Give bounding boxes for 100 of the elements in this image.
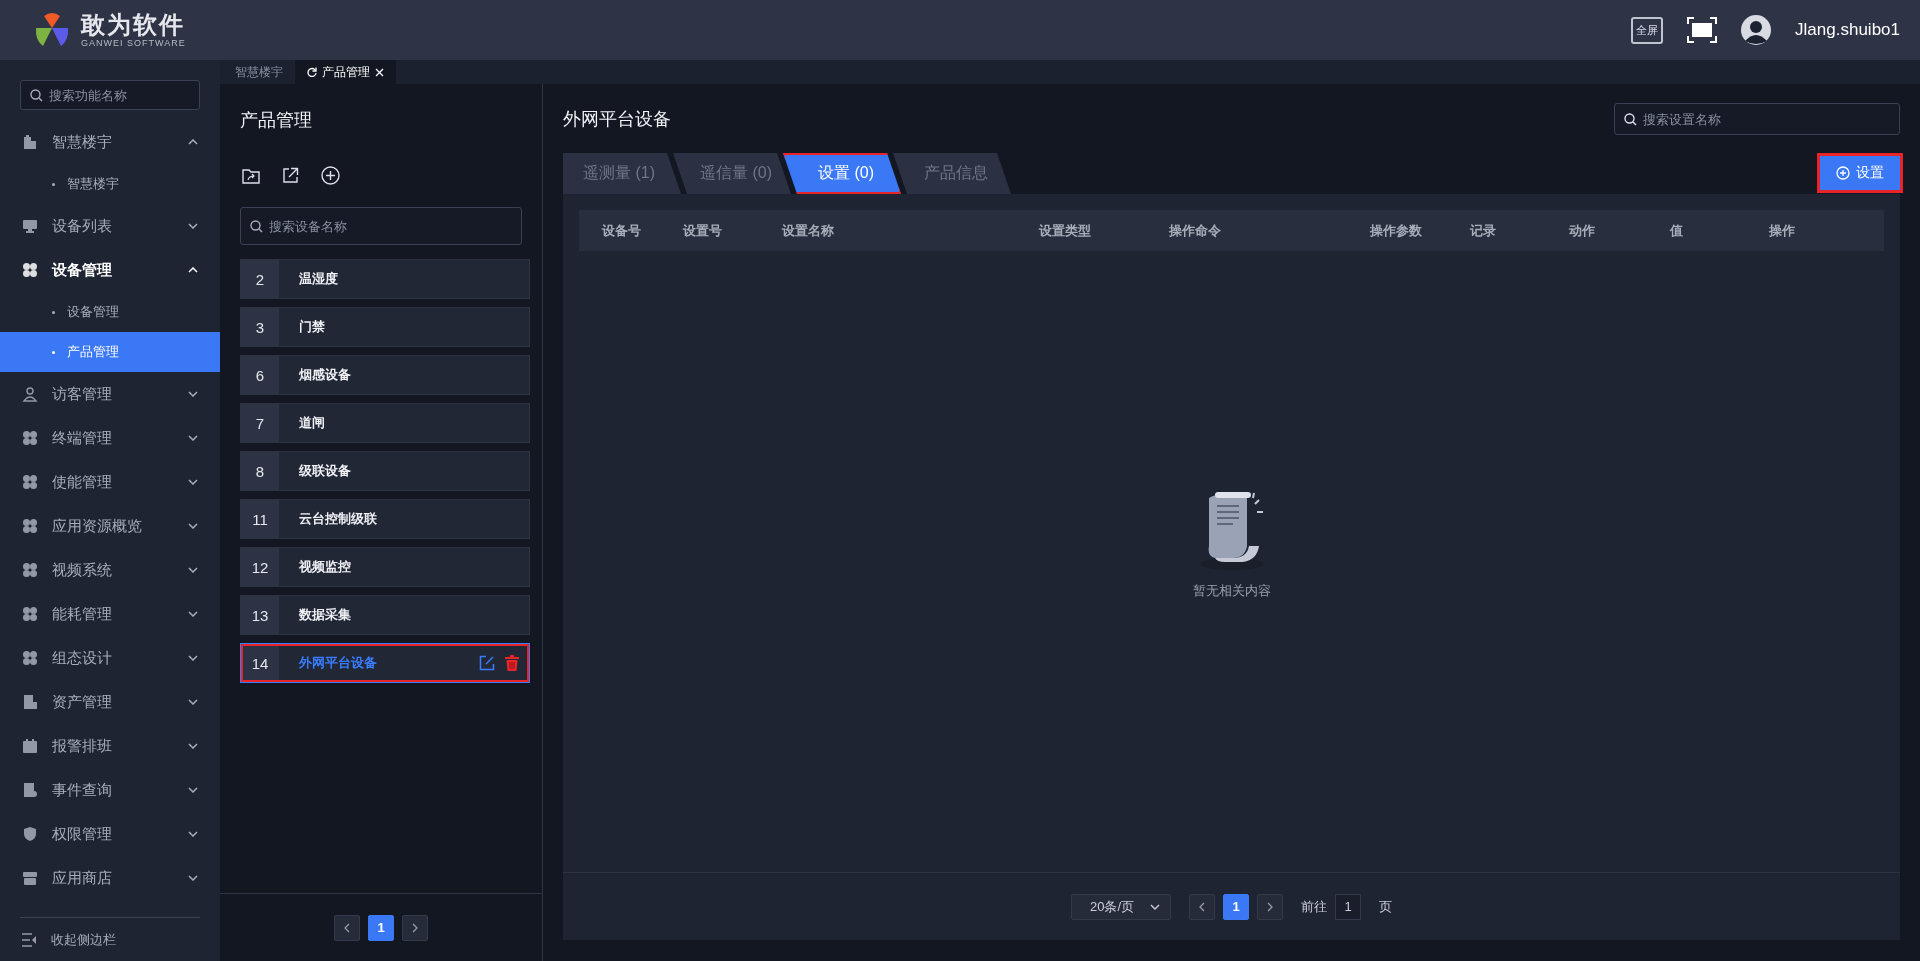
screen-icon[interactable] [1687, 17, 1718, 43]
device-item[interactable]: 14 外网平台设备 [240, 643, 530, 683]
folder-icon[interactable] [242, 167, 260, 184]
clover-icon [22, 562, 38, 578]
close-icon[interactable] [375, 67, 384, 77]
chevron-icon [188, 523, 198, 529]
menu-item[interactable]: 应用资源概览 [0, 504, 220, 548]
fullscreen-button[interactable]: 全屏 [1631, 16, 1664, 44]
page-size-select[interactable]: 20条/页 [1071, 893, 1171, 920]
chevron-icon [188, 479, 198, 485]
menu-item[interactable]: 设备管理 [0, 248, 220, 292]
avatar-icon[interactable] [1741, 15, 1772, 45]
page-number-button[interactable]: 1 [1223, 893, 1249, 920]
submenu-item[interactable]: 设备管理 [0, 292, 220, 332]
page-tab[interactable]: 产品管理 [295, 60, 396, 84]
detail-title: 外网平台设备 [563, 108, 671, 131]
clover-icon [22, 474, 38, 490]
menu-item[interactable]: 组态设计 [0, 636, 220, 680]
menu-item[interactable]: 终端管理 [0, 416, 220, 460]
previous-page-button[interactable] [334, 914, 360, 941]
empty-message: 暂无相关内容 [1192, 581, 1271, 600]
chevron-left-icon [1199, 901, 1205, 912]
logo-icon [33, 12, 71, 48]
menu-item[interactable]: 权限管理 [0, 812, 220, 856]
clover-icon [22, 650, 38, 666]
device-name: 外网平台设备 [298, 654, 378, 672]
clover-icon [22, 262, 38, 278]
detail-tab[interactable]: 设置 (0) [783, 153, 901, 194]
device-number: 8 [241, 452, 279, 490]
collapse-sidebar-link[interactable]: 收起侧边栏 [51, 930, 116, 949]
device-item[interactable]: 11 云台控制级联 [240, 499, 530, 539]
page-input[interactable]: 1 [1335, 893, 1361, 920]
edit-icon[interactable] [479, 655, 495, 671]
device-item[interactable]: 7 道闸 [240, 403, 530, 443]
clover-icon [22, 606, 38, 622]
user-name[interactable]: Jlang.shuibo1 [1795, 20, 1900, 40]
search-field[interactable]: 搜索设备名称 [240, 207, 522, 245]
search-field[interactable]: 搜索设置名称 [1614, 103, 1900, 135]
device-number: 6 [241, 356, 279, 394]
menu-item[interactable]: 访客管理 [0, 372, 220, 416]
search-field[interactable]: 搜索功能名称 [20, 80, 200, 110]
refresh-icon[interactable] [307, 67, 317, 77]
monitor-icon [22, 218, 38, 234]
chevron-icon [188, 611, 198, 617]
docsearch-icon [22, 782, 38, 798]
chevron-icon [188, 699, 198, 705]
device-number: 14 [241, 644, 279, 682]
goto-label: 前往 [1301, 897, 1327, 916]
menu-item[interactable]: 能耗管理 [0, 592, 220, 636]
building-icon [22, 134, 38, 150]
device-item[interactable]: 13 数据采集 [240, 595, 530, 635]
column-header: 记录 [1470, 221, 1497, 240]
menu-item[interactable]: 使能管理 [0, 460, 220, 504]
column-header: 操作 [1769, 221, 1796, 240]
device-item[interactable]: 3 门禁 [240, 307, 530, 347]
add-icon[interactable] [321, 166, 340, 185]
submenu-item[interactable]: 智慧楼宇 [0, 164, 220, 204]
chevron-icon [188, 655, 198, 661]
user-icon [22, 386, 38, 402]
column-header: 设置类型 [1039, 221, 1092, 240]
chevron-icon [188, 875, 198, 881]
device-name: 级联设备 [298, 462, 352, 480]
asset-icon [22, 694, 38, 710]
delete-icon[interactable] [505, 655, 519, 671]
menu-item[interactable]: 智慧楼宇 [0, 120, 220, 164]
menu-item[interactable]: 资产管理 [0, 680, 220, 724]
menu-item[interactable]: 报警排班 [0, 724, 220, 768]
next-page-button[interactable] [402, 914, 428, 941]
device-item[interactable]: 2 温湿度 [240, 259, 530, 299]
device-name: 烟感设备 [298, 366, 352, 384]
chevron-icon [188, 743, 198, 749]
device-item[interactable]: 8 级联设备 [240, 451, 530, 491]
device-name: 视频监控 [298, 558, 352, 576]
page-number-button[interactable]: 1 [368, 914, 394, 941]
panel-title: 产品管理 [240, 109, 313, 132]
clover-icon [22, 518, 38, 534]
chevron-icon [1150, 903, 1160, 910]
submenu-item[interactable]: 产品管理 [0, 332, 220, 372]
chevron-right-icon [412, 922, 418, 933]
menu-item[interactable]: 设备列表 [0, 204, 220, 248]
export-icon[interactable] [282, 167, 299, 184]
device-name: 云台控制级联 [298, 510, 378, 528]
menu-item[interactable]: 视频系统 [0, 548, 220, 592]
chevron-icon [188, 787, 198, 793]
device-number: 11 [241, 500, 279, 538]
device-item[interactable]: 6 烟感设备 [240, 355, 530, 395]
logo-title: 敢为软件 [81, 12, 186, 38]
page-tab[interactable]: 智慧楼宇 [223, 60, 295, 84]
column-header: 设置名称 [782, 221, 835, 240]
device-item[interactable]: 12 视频监控 [240, 547, 530, 587]
chevron-icon [188, 223, 198, 229]
chevron-right-icon [1267, 901, 1273, 912]
menu-item[interactable]: 应用商店 [0, 856, 220, 900]
device-name: 温湿度 [298, 270, 339, 288]
clover-icon [22, 430, 38, 446]
collapse-icon[interactable] [21, 932, 37, 947]
chevron-icon [188, 831, 198, 837]
device-name: 道闸 [298, 414, 326, 432]
add-setting-button[interactable]: 设置 [1820, 156, 1900, 190]
menu-item[interactable]: 事件查询 [0, 768, 220, 812]
